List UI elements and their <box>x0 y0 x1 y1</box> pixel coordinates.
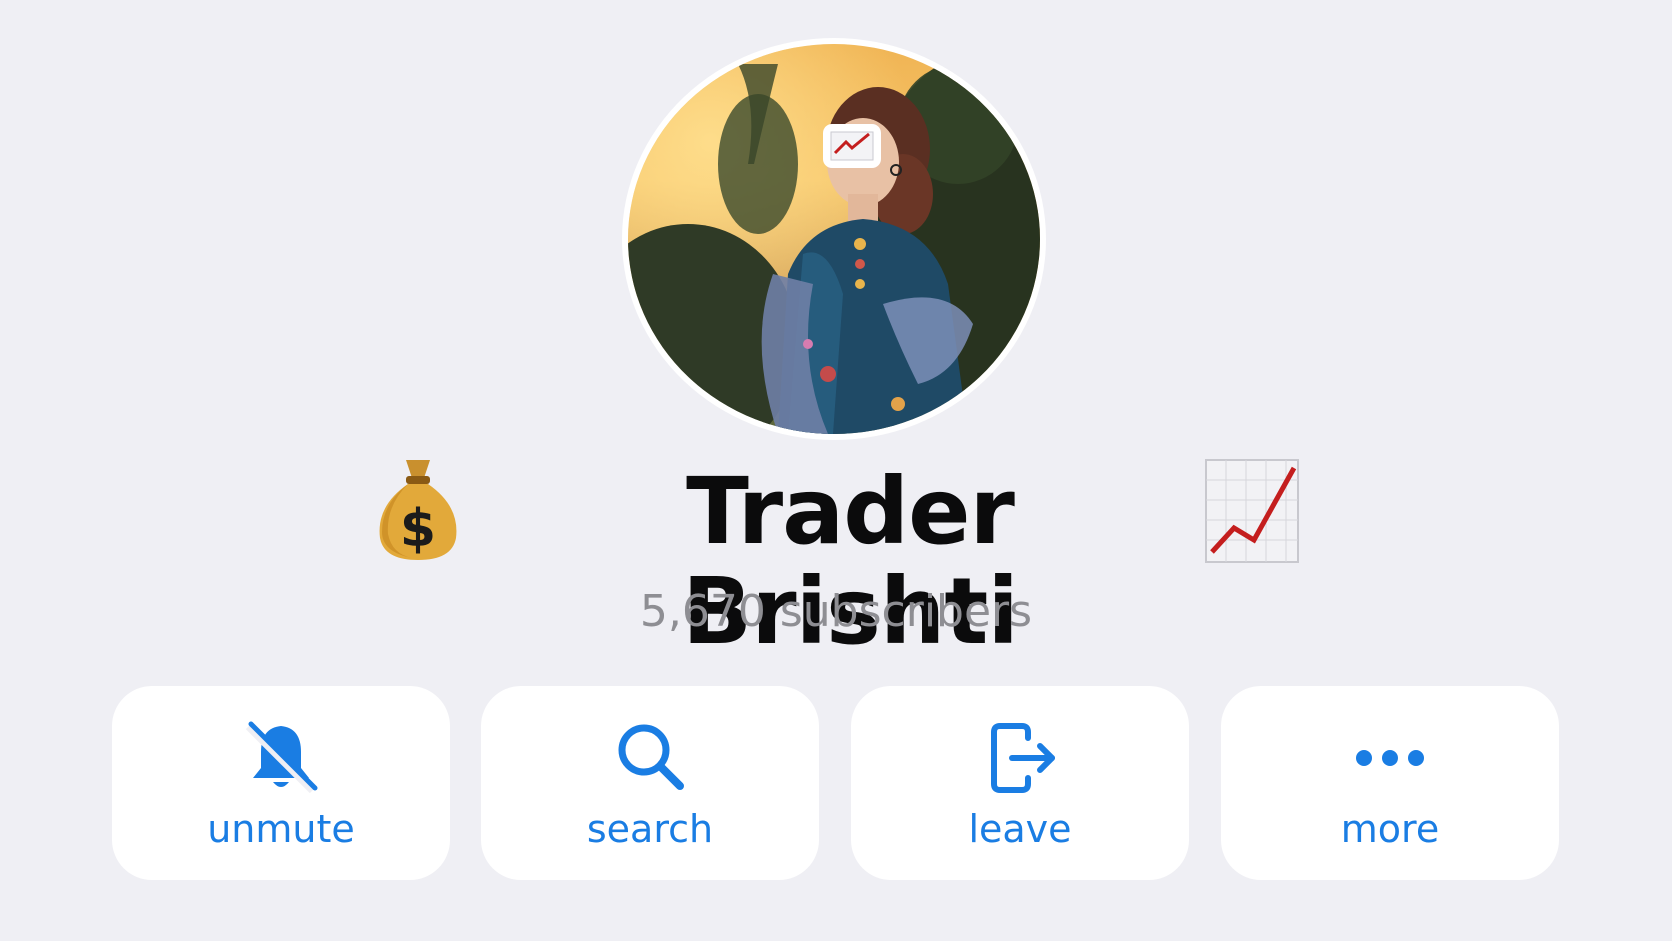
search-label: search <box>586 807 714 851</box>
action-bar: unmute search leave more <box>0 686 1672 882</box>
subscriber-count: 5,670 subscribers <box>639 586 1033 637</box>
chart-increasing-icon <box>1205 459 1299 563</box>
money-bag-icon: $ <box>379 460 457 560</box>
channel-avatar-frame[interactable] <box>622 38 1046 440</box>
search-icon <box>618 724 684 790</box>
more-dots-icon <box>1356 750 1424 766</box>
svg-text:$: $ <box>400 499 436 559</box>
unmute-button[interactable]: unmute <box>112 686 450 880</box>
bell-slash-icon <box>245 721 318 794</box>
avatar-chart-badge-icon <box>823 124 881 168</box>
leave-label: leave <box>968 807 1072 851</box>
more-label: more <box>1340 807 1440 851</box>
leave-button[interactable]: leave <box>851 686 1189 880</box>
title-row: $ Trader Brishti <box>0 448 1672 662</box>
leave-icon <box>991 723 1055 793</box>
more-button[interactable]: more <box>1221 686 1559 880</box>
channel-avatar[interactable] <box>628 44 1040 434</box>
avatar-photo <box>628 44 1040 434</box>
search-button[interactable]: search <box>481 686 819 880</box>
unmute-label: unmute <box>207 807 355 851</box>
